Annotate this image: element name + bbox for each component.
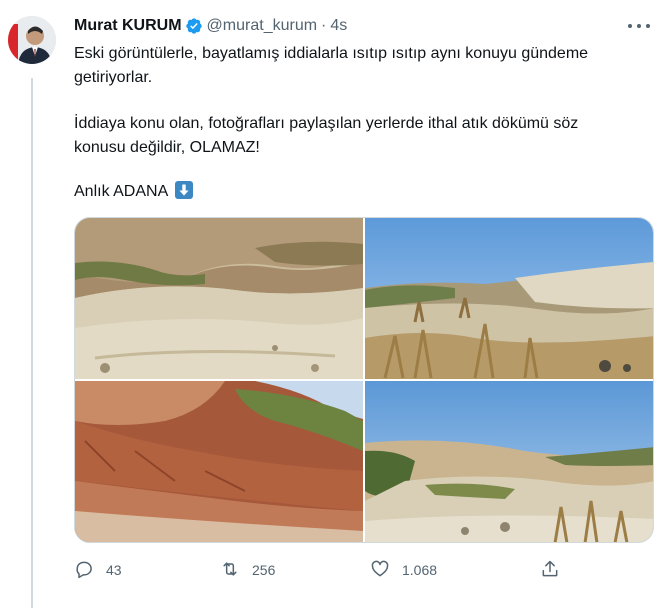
- media-grid: [74, 217, 654, 543]
- like-button[interactable]: 1.068: [370, 559, 437, 582]
- retweet-icon: [220, 559, 240, 582]
- heart-icon: [370, 559, 390, 582]
- author-handle[interactable]: @murat_kurum: [207, 17, 318, 35]
- author-name[interactable]: Murat KURUM: [74, 17, 182, 35]
- photo-4[interactable]: [365, 381, 653, 542]
- photo-1[interactable]: [75, 218, 363, 379]
- more-dots-icon[interactable]: [628, 18, 650, 34]
- tweet-header: Murat KURUM @murat_kurum · 4s: [74, 15, 347, 37]
- reply-button[interactable]: 43: [74, 559, 122, 582]
- tweet-text-paragraph-3: Anlık ADANA: [74, 180, 634, 204]
- timestamp[interactable]: 4s: [330, 17, 347, 35]
- share-icon: [540, 559, 560, 582]
- separator-dot: ·: [321, 17, 327, 34]
- avatar[interactable]: [8, 16, 56, 64]
- photo-2[interactable]: [365, 218, 653, 379]
- down-arrow-emoji: [174, 180, 194, 200]
- tweet-actions: 43 256 1.068: [74, 557, 564, 583]
- retweet-count: 256: [252, 562, 276, 578]
- tweet-text-paragraph-1: Eski görüntülerle, bayatlamış iddialarla…: [74, 45, 589, 86]
- location-text: Anlık ADANA: [74, 183, 168, 200]
- tweet-text-paragraph-2: İddiaya konu olan, fotoğrafları paylaşıl…: [74, 115, 579, 156]
- like-count: 1.068: [402, 562, 438, 578]
- verified-badge-icon: [185, 17, 203, 35]
- photo-3[interactable]: [75, 381, 363, 542]
- reply-icon: [74, 559, 94, 582]
- retweet-button[interactable]: 256: [220, 559, 275, 582]
- thread-line: [31, 78, 33, 608]
- share-button[interactable]: [540, 559, 560, 582]
- reply-count: 43: [106, 562, 122, 578]
